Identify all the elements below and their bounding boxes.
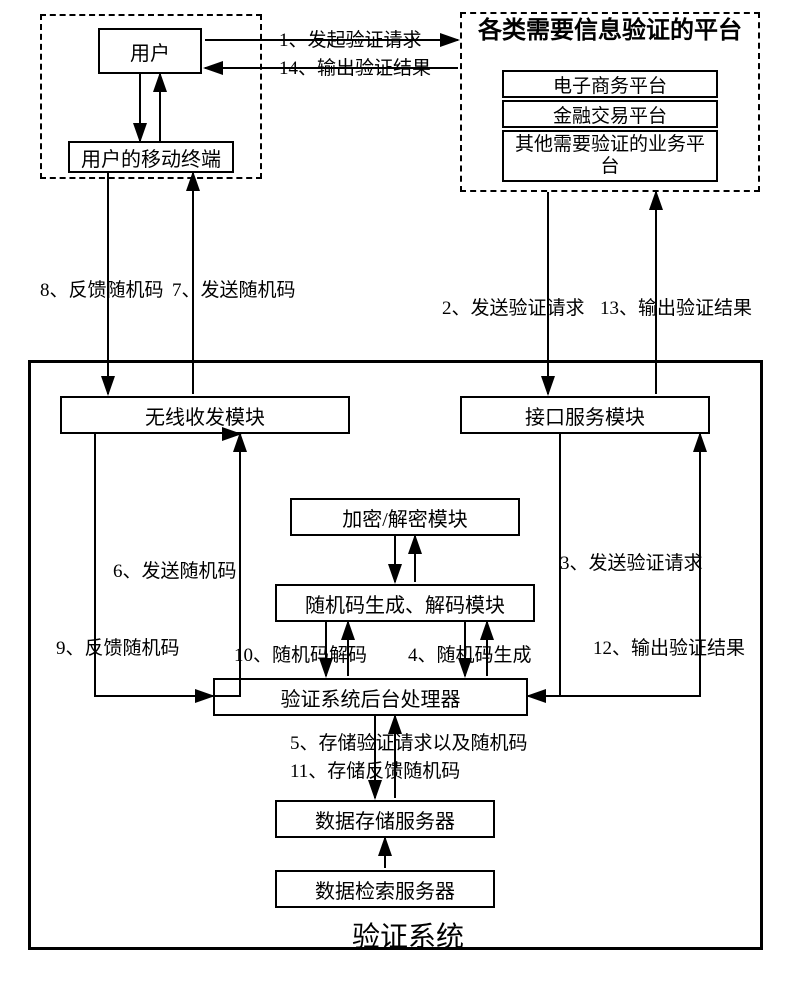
platform2-label: 金融交易平台 xyxy=(553,101,667,128)
e8-label: 8、反馈随机码 xyxy=(40,275,164,302)
platform1-label: 电子商务平台 xyxy=(553,71,667,98)
retrieval-label: 数据检索服务器 xyxy=(315,875,455,904)
e3-label: 3、发送验证请求 xyxy=(560,548,703,575)
e2-label: 2、发送验证请求 xyxy=(442,293,585,320)
e9-label: 9、反馈随机码 xyxy=(56,633,180,660)
storage-label: 数据存储服务器 xyxy=(315,805,455,834)
backend-box: 验证系统后台处理器 xyxy=(213,678,528,716)
e12-label: 12、输出验证结果 xyxy=(593,633,745,660)
crypt-label: 加密/解密模块 xyxy=(342,503,468,532)
randgen-label: 随机码生成、解码模块 xyxy=(305,589,505,618)
retrieval-box: 数据检索服务器 xyxy=(275,870,495,908)
platform1-box: 电子商务平台 xyxy=(502,70,718,98)
mobile-label: 用户的移动终端 xyxy=(81,143,221,172)
randgen-box: 随机码生成、解码模块 xyxy=(275,584,535,622)
wireless-label: 无线收发模块 xyxy=(145,401,265,430)
wireless-box: 无线收发模块 xyxy=(60,396,350,434)
e4-label: 4、随机码生成 xyxy=(408,640,532,667)
system-label: 验证系统 xyxy=(352,915,464,955)
platform2-box: 金融交易平台 xyxy=(502,100,718,128)
backend-label: 验证系统后台处理器 xyxy=(281,683,461,712)
mobile-box: 用户的移动终端 xyxy=(68,141,234,173)
platform3-box: 其他需要验证的业务平台 xyxy=(502,130,718,182)
storage-box: 数据存储服务器 xyxy=(275,800,495,838)
e6-label: 6、发送随机码 xyxy=(113,556,237,583)
e14-label: 14、输出验证结果 xyxy=(279,53,431,80)
platform-group-label: 各类需要信息验证的平台 xyxy=(462,18,758,44)
e1-label: 1、发起验证请求 xyxy=(279,25,422,52)
user-label: 用户 xyxy=(130,37,170,66)
e7-label: 7、发送随机码 xyxy=(172,275,296,302)
crypt-box: 加密/解密模块 xyxy=(290,498,520,536)
platform3-label: 其他需要验证的业务平台 xyxy=(510,134,710,178)
e10-label: 10、随机码解码 xyxy=(234,640,367,667)
interface-label: 接口服务模块 xyxy=(525,401,645,430)
e13-label: 13、输出验证结果 xyxy=(600,293,752,320)
e11-label: 11、存储反馈随机码 xyxy=(290,756,460,783)
interface-box: 接口服务模块 xyxy=(460,396,710,434)
e5-label: 5、存储验证请求以及随机码 xyxy=(290,728,528,755)
user-box: 用户 xyxy=(98,28,202,74)
